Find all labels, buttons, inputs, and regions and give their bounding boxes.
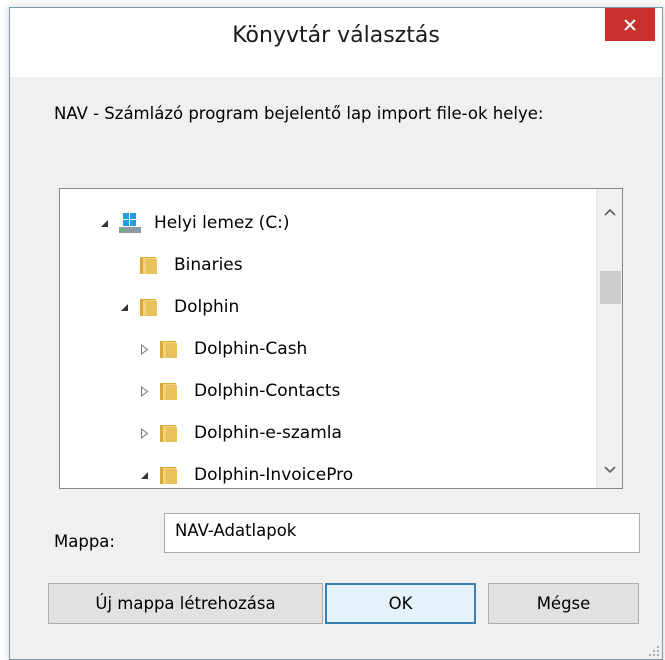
folder-field-label: Mappa: bbox=[54, 532, 115, 551]
scroll-thumb[interactable] bbox=[600, 271, 621, 304]
collapsed-arrow-icon[interactable] bbox=[138, 343, 150, 355]
tree-item-drive-c[interactable]: Helyi lemez (C:) bbox=[60, 202, 600, 244]
prompt-text: NAV - Számlázó program bejelentő lap imp… bbox=[54, 104, 544, 123]
tree-item-dolphin-contacts[interactable]: Dolphin-Contacts bbox=[60, 370, 600, 412]
vertical-scrollbar[interactable] bbox=[596, 189, 622, 488]
cancel-button[interactable]: Mégse bbox=[488, 583, 639, 624]
folder-dialog: Könyvtár választás NAV - Számlázó progra… bbox=[9, 7, 663, 660]
folder-icon bbox=[158, 464, 180, 486]
tree-item-label: Helyi lemez (C:) bbox=[154, 213, 290, 233]
tree-item-label: Binaries bbox=[174, 255, 243, 275]
tree-item-dolphin[interactable]: Dolphin bbox=[60, 286, 600, 328]
new-folder-button[interactable]: Új mappa létrehozása bbox=[48, 583, 323, 624]
collapsed-arrow-icon[interactable] bbox=[138, 385, 150, 397]
folder-name-input[interactable]: NAV-Adatlapok bbox=[164, 513, 640, 553]
folder-tree[interactable]: Helyi lemez (C:) Binaries Dolphin Dolphi… bbox=[59, 188, 623, 489]
tree-item-dolphin-cash[interactable]: Dolphin-Cash bbox=[60, 328, 600, 370]
folder-icon bbox=[138, 296, 160, 318]
tree-item-label: Dolphin-InvoicePro bbox=[194, 465, 354, 485]
tree-item-label: Dolphin-Contacts bbox=[194, 381, 341, 401]
scroll-up-button[interactable] bbox=[597, 199, 622, 225]
resize-grip-icon[interactable] bbox=[646, 643, 660, 657]
folder-icon bbox=[158, 422, 180, 444]
close-icon bbox=[624, 18, 636, 31]
folder-icon bbox=[138, 254, 160, 276]
chevron-up-icon bbox=[604, 208, 616, 216]
tree-item-label: Dolphin-Cash bbox=[194, 339, 308, 359]
title-bar[interactable]: Könyvtár választás bbox=[10, 8, 662, 77]
chevron-down-icon bbox=[604, 466, 616, 474]
close-button[interactable] bbox=[605, 8, 655, 41]
drive-icon bbox=[118, 212, 141, 234]
scroll-down-button[interactable] bbox=[597, 457, 622, 483]
expanded-arrow-icon[interactable] bbox=[138, 469, 150, 481]
expanded-arrow-icon[interactable] bbox=[118, 301, 130, 313]
collapsed-arrow-icon[interactable] bbox=[138, 427, 150, 439]
expanded-arrow-icon[interactable] bbox=[98, 217, 110, 229]
ok-button[interactable]: OK bbox=[325, 583, 476, 624]
tree-item-label: Dolphin bbox=[174, 297, 240, 317]
tree-item-dolphin-e-szamla[interactable]: Dolphin-e-szamla bbox=[60, 412, 600, 454]
tree-item-dolphin-invoicepro[interactable]: Dolphin-InvoicePro bbox=[60, 454, 600, 488]
folder-icon bbox=[158, 338, 180, 360]
tree-item-label: Dolphin-e-szamla bbox=[194, 423, 342, 443]
dialog-title: Könyvtár választás bbox=[232, 23, 440, 48]
tree-item-binaries[interactable]: Binaries bbox=[60, 244, 600, 286]
folder-icon bbox=[158, 380, 180, 402]
